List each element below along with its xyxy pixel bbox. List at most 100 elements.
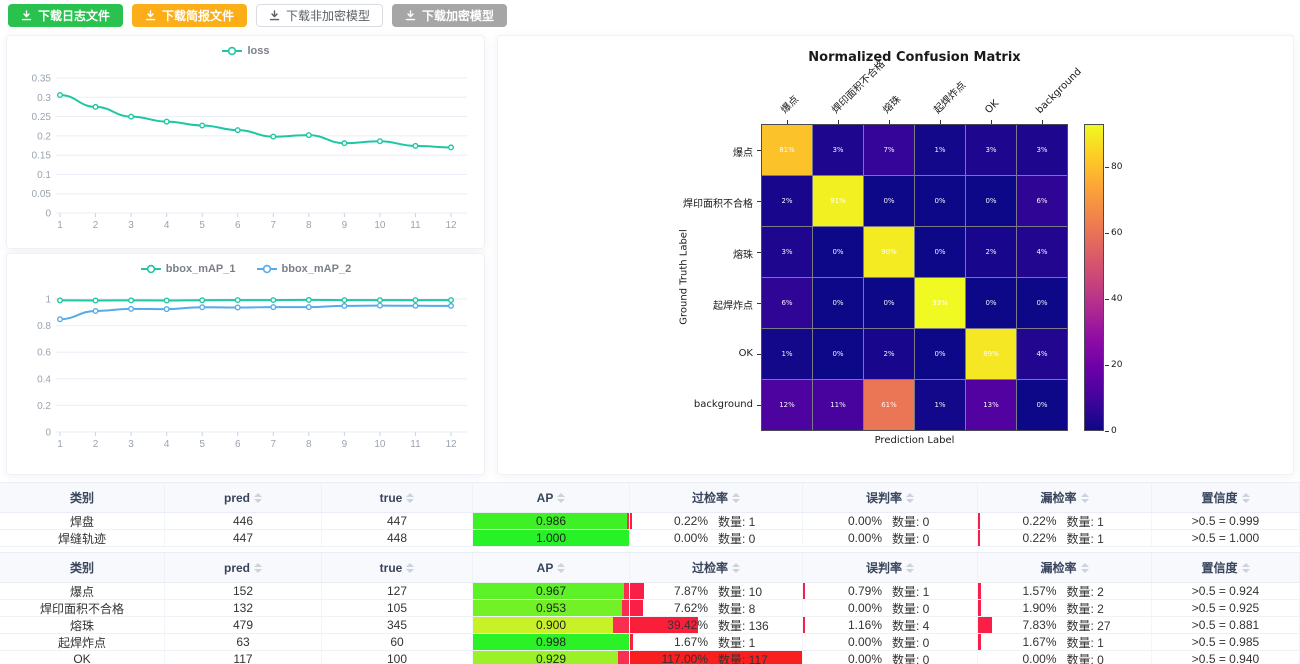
download-log-button[interactable]: 下载日志文件: [8, 4, 123, 27]
cell-misscheck-rate: 7.83%数量: 27: [978, 617, 1152, 633]
ap-value: 0.900: [536, 618, 566, 632]
download-icon: [269, 10, 280, 21]
column-header-漏检率[interactable]: 漏检率: [978, 553, 1152, 582]
cell-confidence: >0.5 = 0.985: [1152, 634, 1300, 650]
ap-remainder-bar: [618, 651, 629, 664]
column-header-误判率[interactable]: 误判率: [803, 553, 978, 582]
sort-icon[interactable]: [254, 563, 262, 573]
column-header-过检率[interactable]: 过检率: [630, 553, 803, 582]
svg-text:12: 12: [445, 220, 457, 231]
svg-text:1: 1: [45, 295, 51, 306]
rate-bar: [978, 600, 981, 616]
legend-item-loss[interactable]: loss: [221, 45, 269, 57]
rate-count: 数量: 0: [718, 530, 780, 546]
cell-misjudge-rate: 0.00% 数量: 0: [803, 651, 978, 664]
download-icon: [21, 10, 32, 21]
sort-icon[interactable]: [557, 493, 565, 503]
cell-true: 105: [322, 600, 473, 616]
matrix-cell: 0%: [966, 278, 1016, 328]
svg-text:0.3: 0.3: [37, 93, 51, 104]
column-header-pred[interactable]: pred: [165, 553, 322, 582]
sort-icon[interactable]: [1081, 493, 1089, 503]
rate-percent: 0.00%: [1001, 652, 1057, 664]
rate-percent: 7.87%: [652, 584, 708, 598]
rate-percent: 1.16%: [826, 618, 882, 632]
colorbar-tick-label: 80: [1111, 162, 1122, 172]
matrix-x-tick-label: 熔珠: [878, 91, 903, 116]
column-header-过检率[interactable]: 过检率: [630, 483, 803, 512]
cell-overcheck-rate: 7.87%数量: 10: [630, 583, 803, 599]
download-plain-model-button[interactable]: 下载非加密模型: [256, 4, 383, 27]
rate-percent: 1.57%: [1001, 584, 1057, 598]
svg-text:7: 7: [270, 439, 276, 450]
rate-percent: 0.00%: [826, 514, 882, 528]
rate-count: 数量: 136: [718, 617, 780, 633]
cell-overcheck-rate: 39.42%数量: 136: [630, 617, 803, 633]
rate-percent: 0.00%: [826, 652, 882, 664]
download-encrypted-model-button[interactable]: 下载加密模型: [392, 4, 507, 27]
svg-text:11: 11: [410, 220, 421, 231]
matrix-cell: 90%: [864, 227, 914, 277]
matrix-y-tick-label: OK: [603, 348, 753, 359]
matrix-cell: 2%: [966, 227, 1016, 277]
sort-icon[interactable]: [1242, 493, 1250, 503]
cell-category: 焊盘: [0, 513, 165, 529]
table-header-row: 类别predtrueAP过检率误判率漏检率置信度: [0, 483, 1300, 513]
metrics-table-primary: 类别predtrueAP过检率误判率漏检率置信度焊盘4464470.9860.2…: [0, 482, 1300, 547]
column-header-置信度[interactable]: 置信度: [1152, 553, 1300, 582]
download-brief-button[interactable]: 下载简报文件: [132, 4, 247, 27]
colorbar-tick-label: 40: [1111, 294, 1122, 304]
matrix-cell: 3%: [1017, 125, 1067, 175]
column-header-置信度[interactable]: 置信度: [1152, 483, 1300, 512]
table-header-row: 类别predtrueAP过检率误判率漏检率置信度: [0, 553, 1300, 583]
column-header-pred[interactable]: pred: [165, 483, 322, 512]
matrix-cell: 1%: [915, 125, 965, 175]
rate-count: 数量: 0: [892, 651, 954, 664]
svg-text:7: 7: [270, 220, 276, 231]
column-header-AP[interactable]: AP: [473, 553, 630, 582]
column-header-true[interactable]: true: [322, 483, 473, 512]
rate-percent: 1.90%: [1001, 601, 1057, 615]
sort-icon[interactable]: [557, 563, 565, 573]
ground-truth-label-axis-title: Ground Truth Label: [679, 229, 690, 324]
svg-text:3: 3: [128, 439, 134, 450]
sort-icon[interactable]: [1081, 563, 1089, 573]
cell-ap: 1.000: [473, 530, 630, 546]
column-header-AP[interactable]: AP: [473, 483, 630, 512]
sort-icon[interactable]: [406, 493, 414, 503]
svg-text:5: 5: [199, 220, 205, 231]
column-header-类别: 类别: [0, 553, 165, 582]
cell-ap: 0.986: [473, 513, 630, 529]
table-row: OK1171000.929117.00%数量: 1170.00%数量: 00.0…: [0, 651, 1300, 664]
rate-percent: 0.00%: [826, 635, 882, 649]
rate-bar: [978, 617, 992, 633]
sort-icon[interactable]: [906, 493, 914, 503]
cell-pred: 447: [165, 530, 322, 546]
sort-icon[interactable]: [1242, 563, 1250, 573]
matrix-cell: 1%: [915, 380, 965, 430]
svg-text:0.05: 0.05: [32, 189, 52, 200]
sort-icon[interactable]: [906, 563, 914, 573]
legend-label: loss: [247, 45, 269, 57]
colorbar-tick-label: 20: [1111, 360, 1122, 370]
svg-text:0.25: 0.25: [32, 112, 52, 123]
sort-icon[interactable]: [732, 563, 740, 573]
matrix-cell: 0%: [915, 176, 965, 226]
rate-count: 数量: 8: [718, 600, 780, 616]
cell-confidence: >0.5 = 0.881: [1152, 617, 1300, 633]
rate-bar: [803, 617, 805, 633]
sort-icon[interactable]: [406, 563, 414, 573]
cell-category: 熔珠: [0, 617, 165, 633]
column-header-误判率[interactable]: 误判率: [803, 483, 978, 512]
matrix-x-tick-label: 爆点: [776, 91, 801, 116]
sort-icon[interactable]: [254, 493, 262, 503]
ap-value: 0.998: [536, 635, 566, 649]
column-header-label: 置信度: [1201, 489, 1237, 506]
column-header-漏检率[interactable]: 漏检率: [978, 483, 1152, 512]
legend-item-bbox-map-1[interactable]: bbox_mAP_1: [140, 263, 236, 275]
sort-icon[interactable]: [732, 493, 740, 503]
legend-item-bbox-map-2[interactable]: bbox_mAP_2: [256, 263, 352, 275]
column-header-true[interactable]: true: [322, 553, 473, 582]
cell-pred: 132: [165, 600, 322, 616]
svg-text:2: 2: [93, 439, 99, 450]
